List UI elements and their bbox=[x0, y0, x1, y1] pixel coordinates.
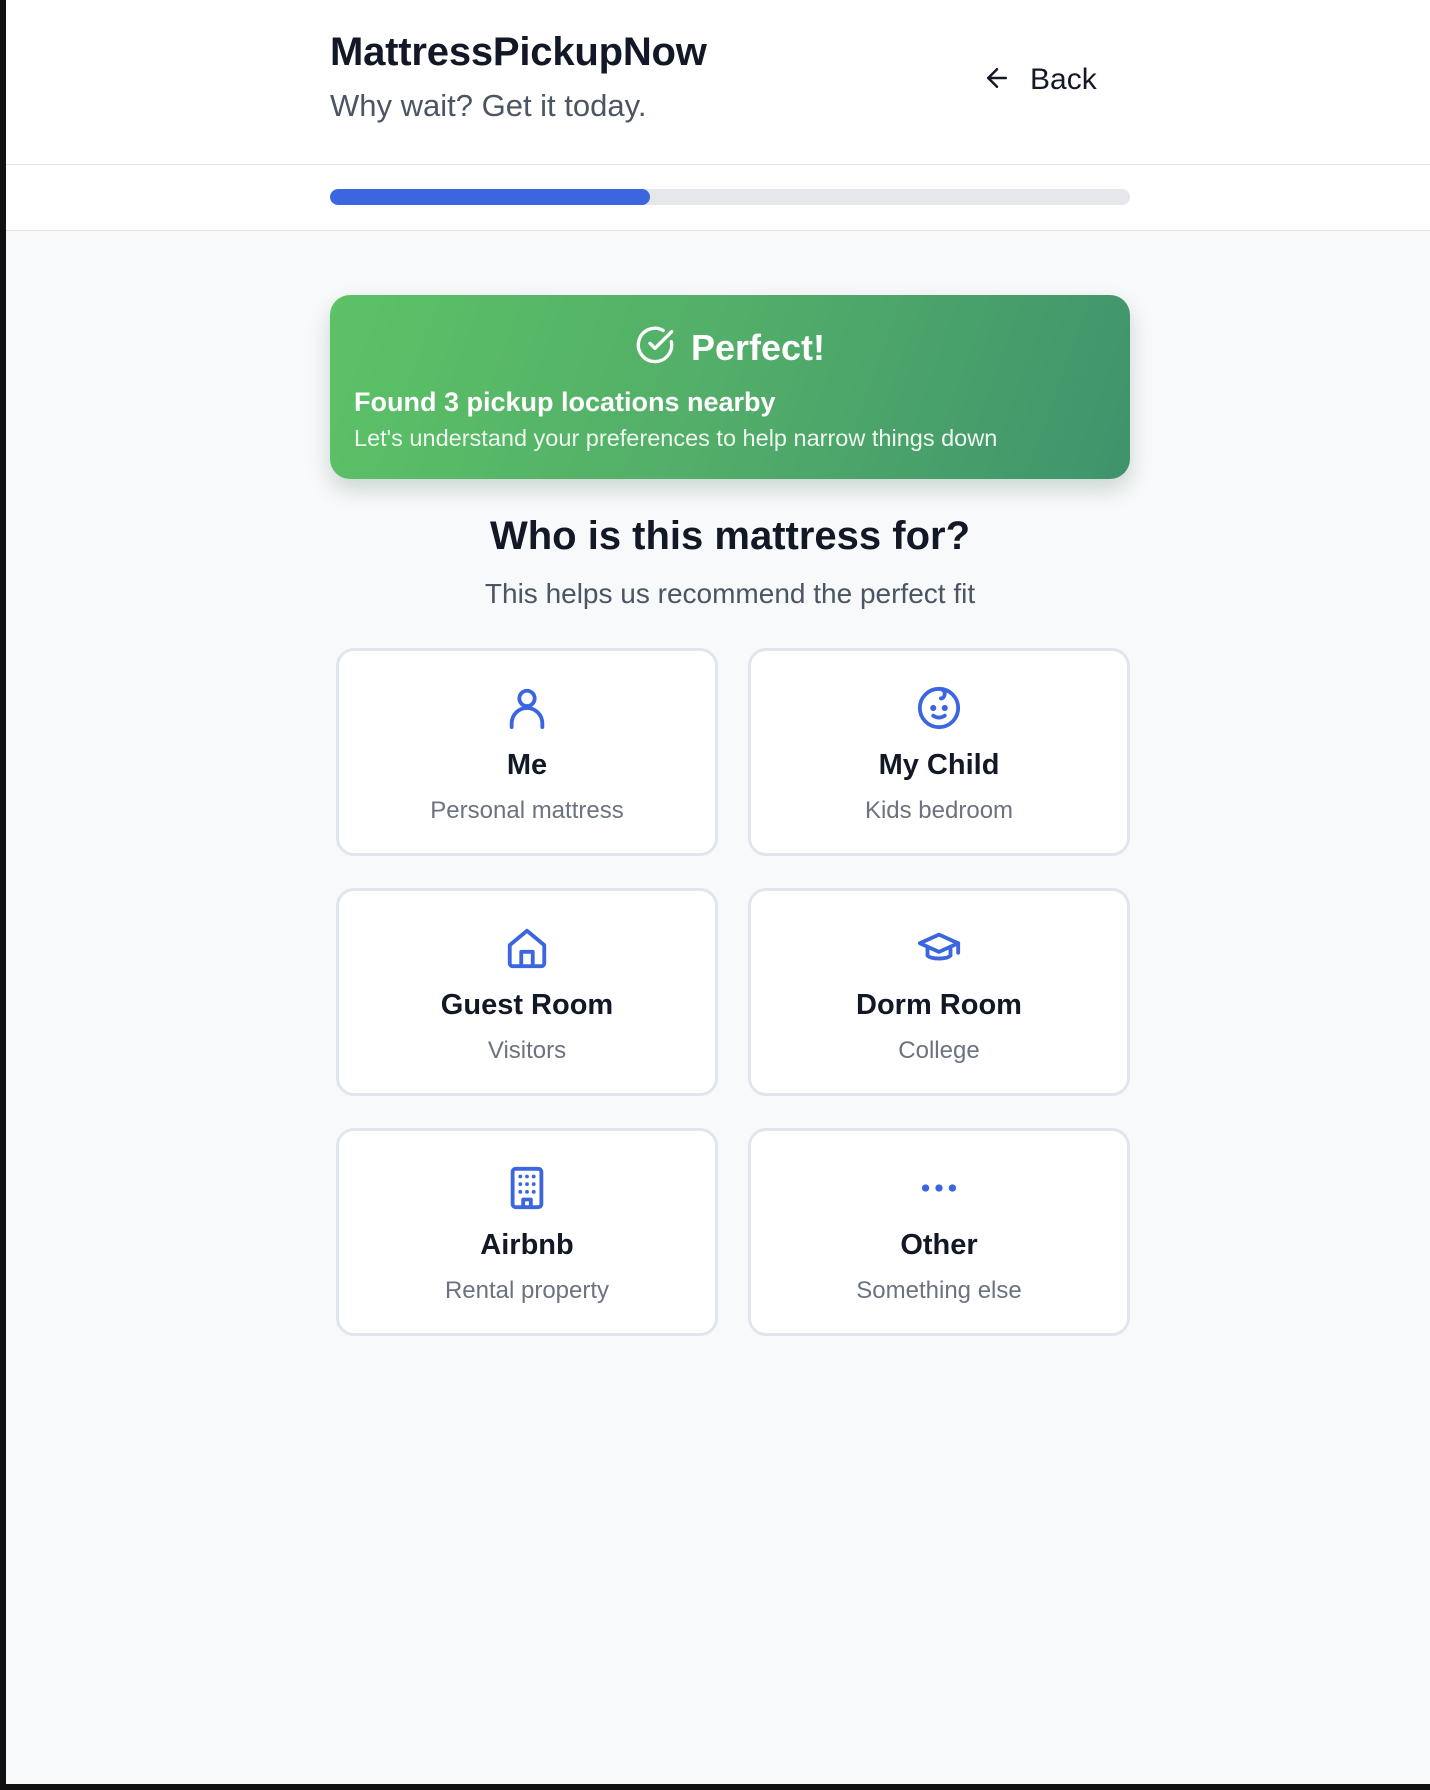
brand-name: MattressPickupNow bbox=[330, 30, 707, 74]
option-other[interactable]: Other Something else bbox=[748, 1128, 1130, 1336]
header: MattressPickupNow Why wait? Get it today… bbox=[6, 0, 1430, 165]
option-guest-room[interactable]: Guest Room Visitors bbox=[336, 888, 718, 1096]
success-banner: Perfect! Found 3 pickup locations nearby… bbox=[330, 295, 1130, 479]
option-subtitle: Rental property bbox=[444, 1277, 610, 1304]
option-title: Airbnb bbox=[480, 1229, 574, 1261]
banner-header: Perfect! bbox=[330, 325, 1130, 370]
option-title: Guest Room bbox=[440, 989, 614, 1021]
option-subtitle: College bbox=[898, 1037, 980, 1064]
option-my-child[interactable]: My Child Kids bedroom bbox=[748, 648, 1130, 856]
option-subtitle: Kids bedroom bbox=[864, 797, 1014, 824]
back-button[interactable]: Back bbox=[982, 58, 1097, 102]
option-title: Other bbox=[900, 1229, 978, 1261]
brand-tagline: Why wait? Get it today. bbox=[330, 88, 647, 123]
progress-bar bbox=[330, 189, 1130, 205]
option-title: Me bbox=[506, 749, 548, 781]
option-title: Dorm Room bbox=[856, 989, 1022, 1021]
progress-area bbox=[6, 165, 1430, 231]
graduation-cap-icon bbox=[916, 925, 962, 971]
question-title: Who is this mattress for? bbox=[489, 514, 971, 558]
baby-face-icon bbox=[916, 685, 962, 731]
more-dots-icon bbox=[916, 1165, 962, 1211]
option-subtitle: Something else bbox=[856, 1277, 1022, 1304]
banner-title: Perfect! bbox=[690, 326, 826, 368]
check-circle-icon bbox=[635, 325, 675, 370]
home-icon bbox=[504, 925, 550, 971]
back-label: Back bbox=[1030, 63, 1097, 96]
progress-fill bbox=[330, 189, 650, 205]
option-subtitle: Personal mattress bbox=[430, 797, 624, 824]
option-title: My Child bbox=[878, 749, 1000, 781]
option-subtitle: Visitors bbox=[487, 1037, 567, 1064]
banner-subtitle: Found 3 pickup locations nearby bbox=[354, 387, 776, 417]
banner-detail: Let's understand your preferences to hel… bbox=[354, 425, 998, 451]
user-icon bbox=[504, 685, 550, 731]
building-icon bbox=[504, 1165, 550, 1211]
option-me[interactable]: Me Personal mattress bbox=[336, 648, 718, 856]
question-subtitle: This helps us recommend the perfect fit bbox=[484, 578, 976, 609]
app-frame: MattressPickupNow Why wait? Get it today… bbox=[6, 0, 1430, 1784]
option-airbnb[interactable]: Airbnb Rental property bbox=[336, 1128, 718, 1336]
arrow-left-icon bbox=[982, 63, 1012, 98]
option-dorm-room[interactable]: Dorm Room College bbox=[748, 888, 1130, 1096]
